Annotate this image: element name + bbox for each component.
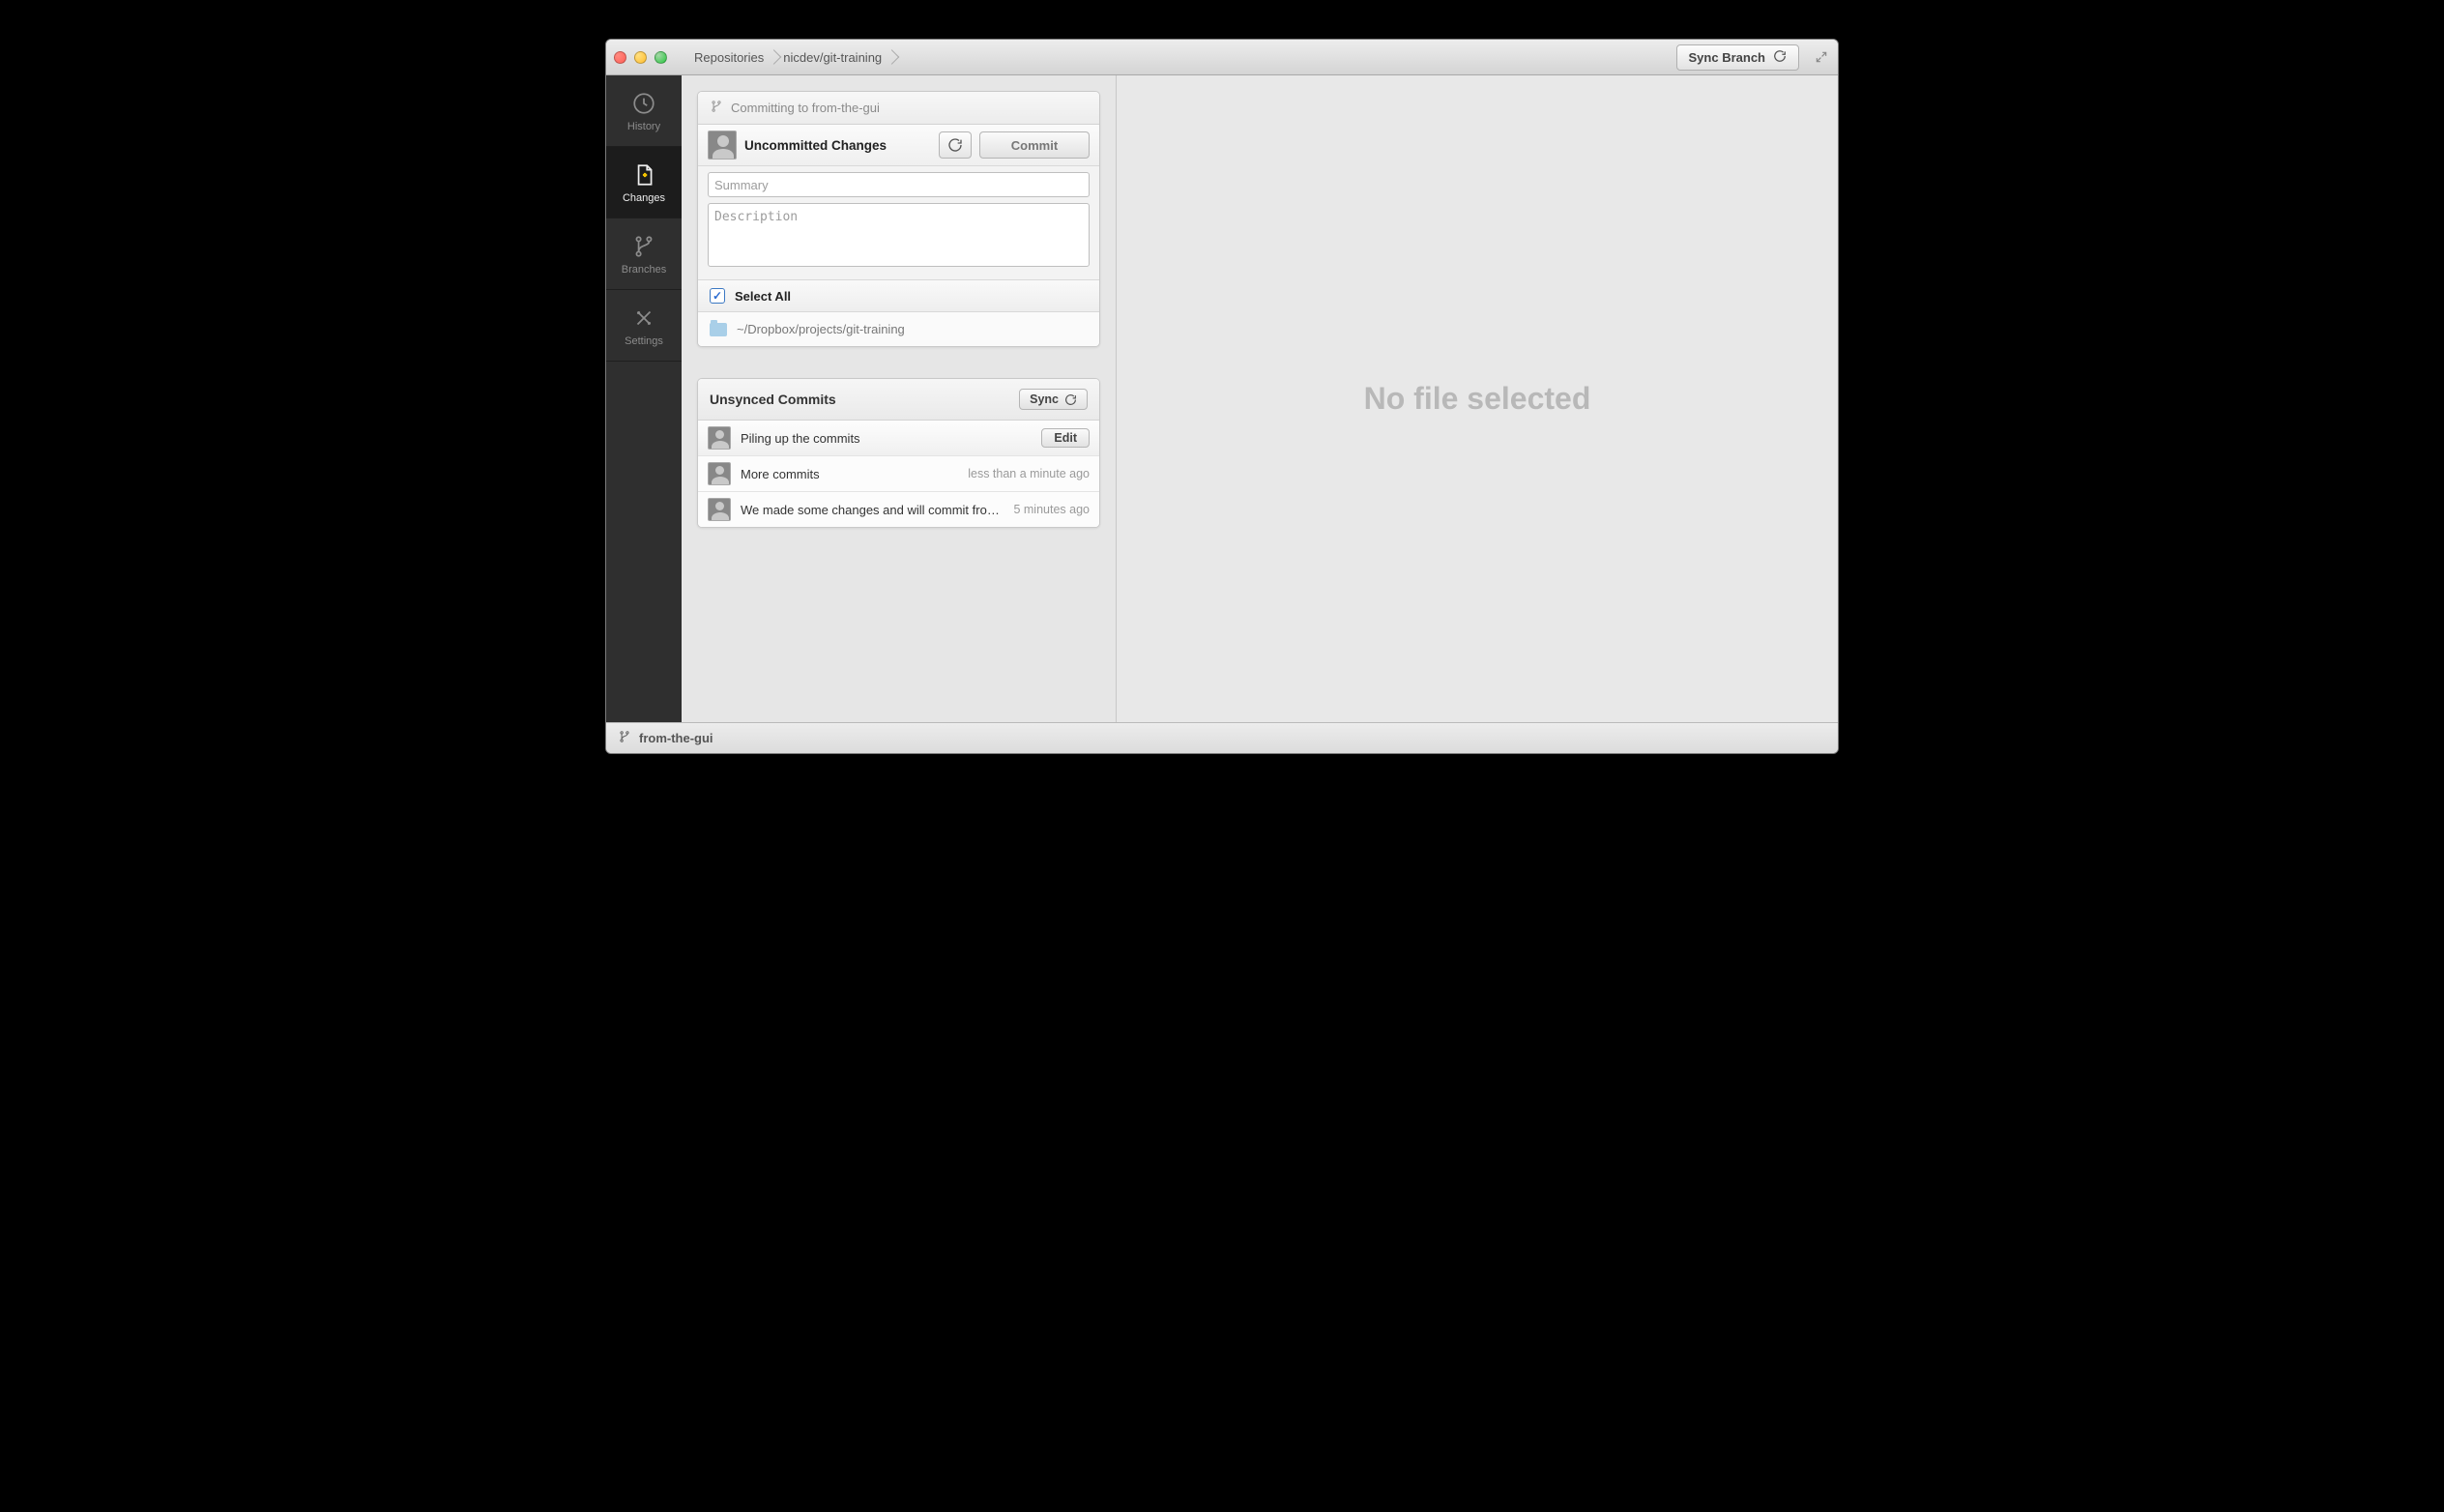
commit-branch-label: Committing to from-the-gui [731, 101, 880, 115]
project-path-row[interactable]: ~/Dropbox/projects/git-training [698, 312, 1099, 346]
unsynced-header: Unsynced Commits Sync [698, 379, 1099, 421]
branch-icon [618, 730, 631, 746]
minimize-window-button[interactable] [634, 51, 647, 64]
refresh-changes-button[interactable] [939, 131, 972, 159]
commit-header-row: Uncommitted Changes Commit [698, 125, 1099, 166]
changes-column: Committing to from-the-gui Uncommitted C… [682, 75, 1117, 722]
sync-button[interactable]: Sync [1019, 389, 1088, 410]
edit-commit-button[interactable]: Edit [1041, 428, 1090, 448]
project-path-label: ~/Dropbox/projects/git-training [737, 322, 905, 336]
commit-form [698, 166, 1099, 280]
breadcrumb-item[interactable]: nicdev/git-training [773, 50, 891, 65]
changes-icon [630, 161, 657, 189]
avatar [708, 131, 737, 160]
settings-icon [630, 305, 657, 332]
commits-list: Piling up the commits Edit More commits les… [698, 421, 1099, 527]
description-input[interactable] [708, 203, 1090, 267]
select-all-label: Select All [735, 289, 791, 304]
commit-message: More commits [741, 467, 958, 481]
commit-item[interactable]: We made some changes and will commit fro… [698, 492, 1099, 527]
sidebar-item-history[interactable]: History [606, 75, 682, 147]
breadcrumb: Repositories nicdev/git-training [684, 50, 891, 65]
sync-icon [1773, 49, 1787, 66]
commit-time: less than a minute ago [968, 467, 1090, 480]
statusbar: from-the-gui [606, 722, 1838, 753]
summary-input[interactable] [708, 172, 1090, 197]
titlebar: Repositories nicdev/git-training Sync Br… [606, 40, 1838, 75]
sidebar-item-label: Changes [623, 192, 665, 204]
close-window-button[interactable] [614, 51, 626, 64]
sidebar-item-label: Settings [625, 335, 663, 347]
sync-button-label: Sync [1030, 393, 1059, 406]
sync-branch-button[interactable]: Sync Branch [1676, 44, 1799, 71]
branch-icon [710, 100, 723, 116]
detail-pane: No file selected [1117, 75, 1838, 722]
commit-branch-header: Committing to from-the-gui [698, 92, 1099, 125]
history-icon [630, 90, 657, 117]
unsynced-title: Unsynced Commits [710, 392, 1019, 407]
no-file-label: No file selected [1364, 381, 1591, 417]
select-all-row[interactable]: ✓ Select All [698, 280, 1099, 312]
fullscreen-button[interactable] [1813, 48, 1830, 66]
commit-item[interactable]: Piling up the commits Edit [698, 421, 1099, 456]
statusbar-branch-name[interactable]: from-the-gui [639, 731, 713, 745]
folder-icon [710, 323, 727, 336]
sidebar: History Changes Branches [606, 75, 682, 722]
zoom-window-button[interactable] [655, 51, 667, 64]
avatar [708, 426, 731, 450]
commit-item[interactable]: More commits less than a minute ago [698, 456, 1099, 492]
unsynced-panel: Unsynced Commits Sync Piling up the comm… [697, 378, 1100, 528]
commit-panel-title: Uncommitted Changes [744, 138, 931, 153]
sidebar-item-branches[interactable]: Branches [606, 218, 682, 290]
sidebar-item-label: History [627, 121, 660, 132]
select-all-checkbox[interactable]: ✓ [710, 288, 725, 304]
commit-time: 5 minutes ago [1013, 503, 1090, 516]
sidebar-item-label: Branches [622, 264, 666, 276]
sidebar-item-settings[interactable]: Settings [606, 290, 682, 362]
commit-panel: Committing to from-the-gui Uncommitted C… [697, 91, 1100, 347]
commit-message: Piling up the commits [741, 431, 1032, 446]
breadcrumb-item[interactable]: Repositories [684, 50, 773, 65]
avatar [708, 498, 731, 521]
sync-branch-label: Sync Branch [1689, 50, 1765, 65]
app-window: Repositories nicdev/git-training Sync Br… [605, 39, 1839, 754]
branches-icon [630, 233, 657, 260]
traffic-lights [614, 51, 667, 64]
sidebar-item-changes[interactable]: Changes [606, 147, 682, 218]
commit-message: We made some changes and will commit fro… [741, 503, 1004, 517]
commit-button[interactable]: Commit [979, 131, 1090, 159]
avatar [708, 462, 731, 485]
